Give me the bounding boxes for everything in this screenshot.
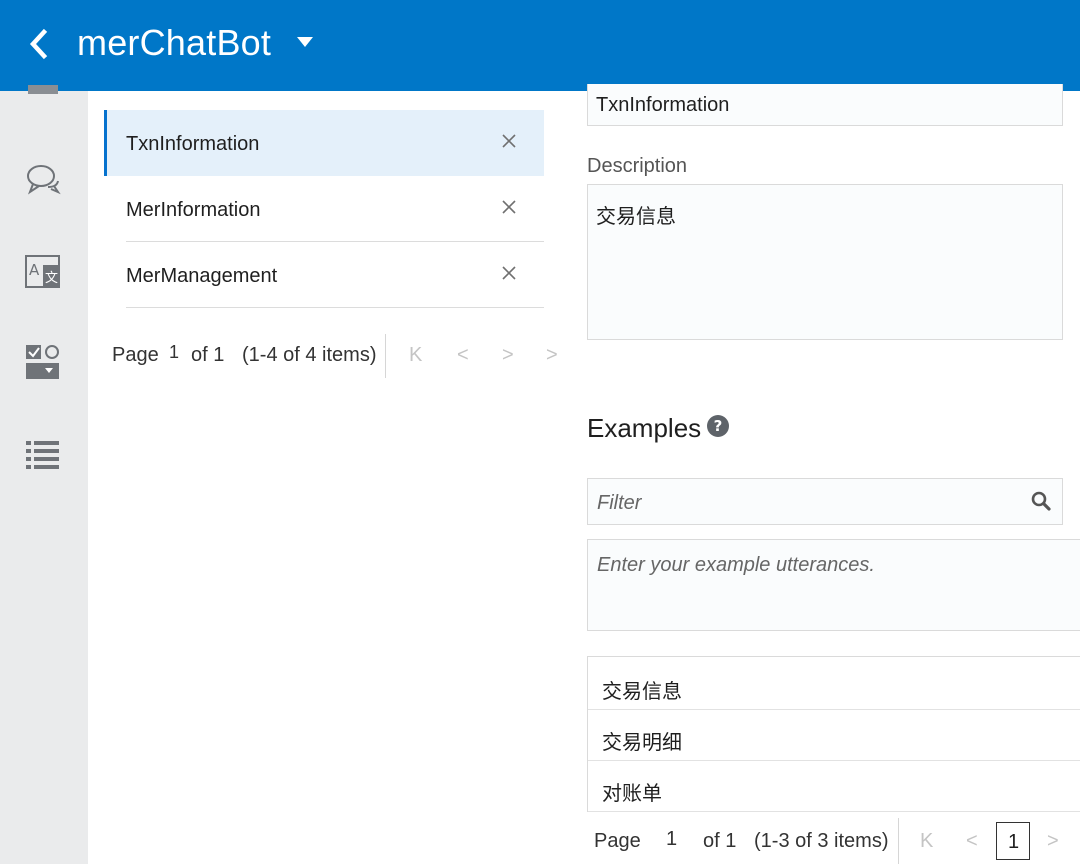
checkbox-form-icon[interactable] [24,343,62,381]
first-page-icon[interactable]: K [409,344,422,367]
left-nav-rail: A 文 [0,85,88,864]
pager-of-text: of 1 [191,344,225,366]
next-page-icon[interactable]: > [502,344,514,367]
intent-pager: Page 1 of 1 (1-4 of 4 items) K < > > [112,334,572,378]
app-header: merChatBot [0,0,1080,91]
search-icon[interactable] [1030,490,1052,512]
app-title[interactable]: merChatBot [77,22,271,64]
close-icon[interactable] [500,198,518,216]
intent-item-mermanagement[interactable]: MerManagement [104,242,544,308]
pager-page-input[interactable]: 1 [666,828,677,851]
description-value: 交易信息 [596,206,676,228]
chat-bubbles-icon[interactable] [24,161,62,199]
prev-page-icon[interactable]: < [966,830,978,853]
caret-down-icon[interactable] [296,36,314,48]
translate-icon[interactable]: A 文 [24,253,62,291]
svg-text:?: ? [714,417,723,435]
next-page-icon[interactable]: > [1047,830,1059,853]
description-label: Description [587,155,688,177]
table-row[interactable]: 交易明细 [588,710,1080,761]
utterance-text: 交易明细 [602,732,682,754]
close-icon[interactable] [500,264,518,282]
intent-name: MerInformation [126,199,261,221]
help-circle-icon[interactable]: ? [706,414,730,438]
description-textarea[interactable]: 交易信息 [587,184,1063,340]
current-page-button[interactable]: 1 [996,822,1030,860]
utterance-placeholder: Enter your example utterances. [597,554,875,576]
svg-text:文: 文 [45,271,58,286]
pager-page-label: Page [594,830,641,852]
table-row[interactable]: 对账单 [588,761,1080,812]
first-page-icon[interactable]: K [920,830,933,853]
utterance-text: 对账单 [602,783,662,805]
chevron-left-icon[interactable] [24,26,54,62]
pager-range-text: (1-4 of 4 items) [242,344,377,366]
intent-list: TxnInformation MerInformation MerManagem… [104,110,544,308]
utterance-input[interactable]: Enter your example utterances. [587,539,1080,631]
utterance-text: 交易信息 [602,681,682,703]
pager-separator [898,818,899,864]
pager-separator [385,334,386,378]
current-page-number: 1 [1008,831,1020,853]
pager-page-input[interactable]: 1 [169,342,179,363]
filter-input[interactable]: Filter [587,478,1063,525]
pager-page-label: Page [112,344,159,366]
examples-title: Examples [587,413,702,443]
pager-of-text: of 1 [703,830,737,852]
intent-name: MerManagement [126,265,278,287]
intent-item-txninformation[interactable]: TxnInformation [104,110,544,176]
table-row[interactable]: 交易信息 [588,657,1080,710]
list-icon[interactable] [24,437,62,475]
intent-name-value: TxnInformation [596,94,730,116]
intent-name: TxnInformation [126,133,260,155]
intent-name-field[interactable]: TxnInformation [587,84,1063,126]
close-icon[interactable] [500,132,518,150]
intent-item-merinformation[interactable]: MerInformation [104,176,544,242]
utterance-pager: Page 1 of 1 (1-3 of 3 items) K < 1 > [594,818,1074,864]
svg-text:A: A [29,261,40,279]
pager-range-text: (1-3 of 3 items) [754,830,889,852]
last-page-icon[interactable]: > [546,344,558,367]
filter-placeholder: Filter [597,492,642,514]
prev-page-icon[interactable]: < [457,344,469,367]
utterance-table: 交易信息 交易明细 对账单 [587,656,1080,812]
menu-bar-icon[interactable] [24,85,62,123]
divider [126,307,544,308]
